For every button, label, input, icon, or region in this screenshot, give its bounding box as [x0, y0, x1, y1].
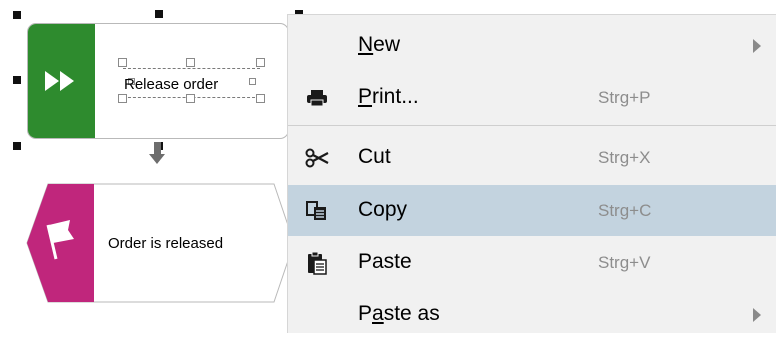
- selection-handle[interactable]: [13, 142, 21, 150]
- mnemonic-p: P: [358, 85, 373, 108]
- mnemonic-n: N: [358, 33, 374, 56]
- selection-handle[interactable]: [13, 11, 21, 19]
- paste-icon: [308, 251, 327, 275]
- menu-item-label: Paste: [358, 250, 412, 273]
- mnemonic-a: a: [372, 302, 384, 325]
- printer-icon: [307, 90, 327, 107]
- label-edit-handle[interactable]: [256, 94, 265, 103]
- selection-handle[interactable]: [155, 10, 163, 18]
- function-type-band: [28, 24, 95, 138]
- menu-separator: [288, 125, 776, 126]
- menu-item-label: Cut: [358, 145, 391, 168]
- menu-item-label: Print...: [358, 85, 419, 108]
- connector-arrowhead: [149, 154, 165, 164]
- menu-item-paste[interactable]: Paste Strg+V: [288, 237, 776, 288]
- menu-item-copy[interactable]: Copy Strg+C: [288, 185, 776, 236]
- event-label[interactable]: Order is released: [108, 235, 223, 252]
- shortcut-paste: Strg+V: [598, 253, 651, 272]
- menu-item-paste-as[interactable]: Paste as: [288, 289, 776, 340]
- label-edit-handle[interactable]: [118, 94, 127, 103]
- label-edit-handle[interactable]: [186, 58, 195, 67]
- menu-item-label: Copy: [358, 198, 408, 221]
- menu-item-print[interactable]: Print... Strg+P: [288, 72, 776, 123]
- submenu-arrow-icon: [753, 308, 761, 322]
- shortcut-cut: Strg+X: [598, 148, 651, 167]
- submenu-arrow-icon: [753, 39, 761, 53]
- label-edit-handle[interactable]: [186, 94, 195, 103]
- menu-item-new[interactable]: New: [288, 20, 776, 71]
- label-edit-handle[interactable]: [256, 58, 265, 67]
- selection-handle[interactable]: [13, 76, 21, 84]
- label-edit-handle[interactable]: [249, 78, 256, 85]
- shortcut-copy: Strg+C: [598, 201, 652, 220]
- function-label[interactable]: Release order: [124, 76, 218, 93]
- menu-item-label: Paste as: [358, 302, 440, 325]
- label-edit-dashed-top: [123, 68, 260, 69]
- menu-item-cut[interactable]: Cut Strg+X: [288, 132, 776, 183]
- menu-item-label: New: [358, 33, 401, 56]
- fast-forward-icon: [45, 71, 74, 91]
- label-edit-handle[interactable]: [118, 58, 127, 67]
- shortcut-print: Strg+P: [598, 88, 651, 107]
- copy-icon: [306, 201, 326, 220]
- context-menu: New Print... Strg+P Cut Strg+X Copy Strg…: [287, 14, 776, 333]
- scissors-icon: [305, 148, 329, 168]
